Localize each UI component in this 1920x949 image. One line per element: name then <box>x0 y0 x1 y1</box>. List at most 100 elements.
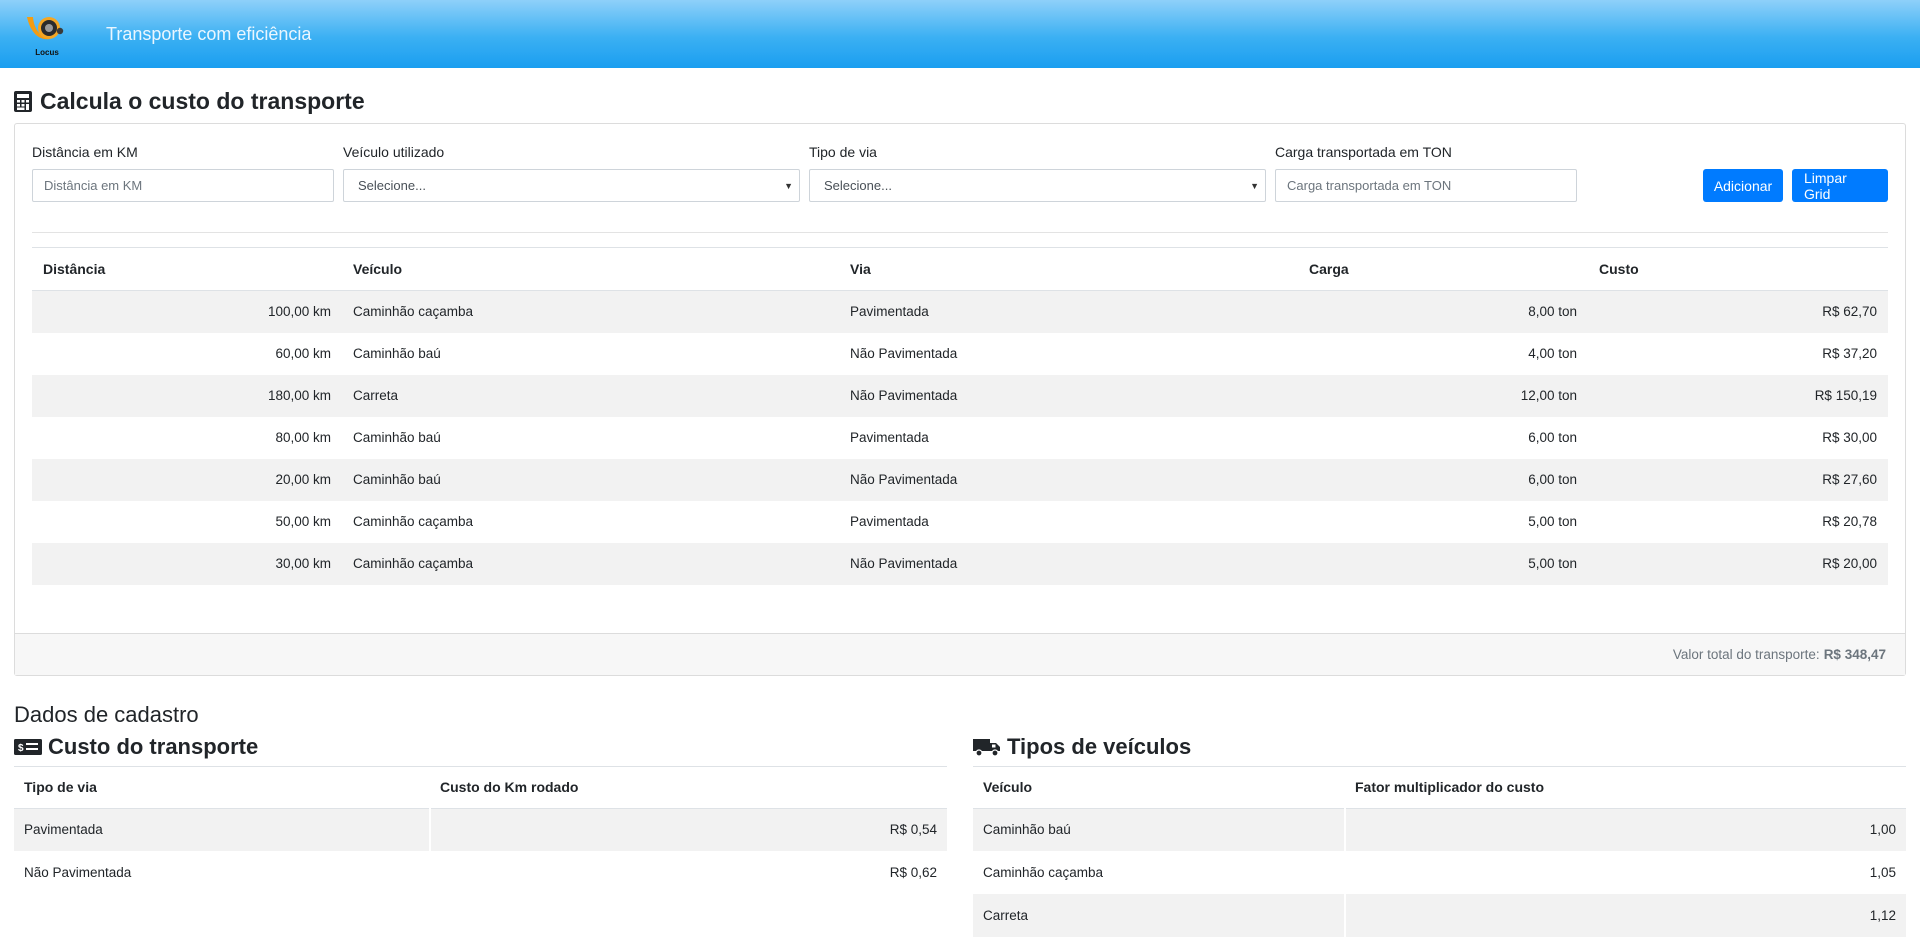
distance-placeholder: Distância em KM <box>44 178 143 193</box>
svg-text:$: $ <box>18 743 24 754</box>
road-select[interactable]: Selecione... ▼ <box>809 169 1266 202</box>
cell-cost-factor: 1,00 <box>1344 808 1906 851</box>
cell-road: Não Pavimentada <box>839 458 1298 501</box>
transport-grid: Distância Veículo Via Carga Custo 100,00… <box>32 247 1888 585</box>
cell-distance: 60,00 km <box>275 346 331 361</box>
load-input[interactable]: Carga transportada em TON <box>1275 169 1577 202</box>
cell-road: Pavimentada <box>850 430 929 445</box>
cell-cost: R$ 20,00 <box>1588 542 1888 585</box>
cell-cost-factor: 1,12 <box>1344 894 1906 937</box>
road-label: Tipo de via <box>809 144 877 160</box>
distance-input[interactable]: Distância em KM <box>32 169 334 202</box>
table-row: Não Pavimentada R$ 0,62 <box>14 851 947 894</box>
table-row[interactable]: 60,00 km Caminhão baú Não Pavimentada 4,00 … <box>32 333 1888 375</box>
cell-distance: 30,00 km <box>32 542 342 585</box>
col-vehicle[interactable]: Veículo <box>342 247 839 291</box>
cell-cost: R$ 20,78 <box>1822 514 1877 529</box>
cost-table: Tipo de via Custo do Km rodado Pavimenta… <box>14 765 947 894</box>
cell-load: 12,00 ton <box>1298 374 1588 417</box>
cell-road: Não Pavimentada <box>839 374 1298 417</box>
table-row[interactable]: 50,00 km Caminhão caçamba Pavimentada 5,00 … <box>32 501 1888 543</box>
calc-card: Distância em KM Distância em KM Veículo … <box>14 123 1906 676</box>
col-road[interactable]: Via <box>839 247 1298 291</box>
total-label: Valor total do transporte: <box>1672 646 1820 662</box>
total-value: R$ 348,47 <box>1823 646 1886 662</box>
cell-cost: R$ 27,60 <box>1588 458 1888 501</box>
vehicle-select[interactable]: Selecione... ▼ <box>343 169 800 202</box>
load-label: Carga transportada em TON <box>1275 144 1452 160</box>
cost-panel-title: Custo do transporte <box>48 733 259 759</box>
cell-vehicle: Caminhão baú <box>342 458 839 501</box>
cell-load: 5,00 ton <box>1528 514 1577 529</box>
col-load[interactable]: Carga <box>1298 247 1588 291</box>
cell-load: 6,00 ton <box>1298 458 1588 501</box>
locus-logo[interactable]: Locus <box>24 11 70 57</box>
chevron-down-icon: ▼ <box>784 180 793 191</box>
col-road-type: Tipo de via <box>14 765 430 809</box>
table-row: Caminhão baú 1,00 <box>973 808 1906 851</box>
col-cost-factor: Fator multiplicador do custo <box>1345 765 1906 809</box>
table-row: Carreta 1,12 <box>973 894 1906 937</box>
calc-section-title: Calcula o custo do transporte <box>14 88 1906 115</box>
table-row[interactable]: 80,00 km Caminhão baú Pavimentada 6,00 ton R… <box>32 417 1888 459</box>
table-row[interactable]: 20,00 km Caminhão baú Não Pavimentada 6,00 … <box>32 458 1888 501</box>
col-vehicle-name: Veículo <box>973 765 1345 809</box>
col-km-cost: Custo do Km rodado <box>430 765 947 809</box>
cell-vehicle: Carreta <box>342 374 839 417</box>
table-row: Caminhão caçamba 1,05 <box>973 851 1906 894</box>
clear-grid-button[interactable]: Limpar Grid <box>1792 169 1888 202</box>
cell-vehicle-name: Carreta <box>973 894 1345 937</box>
table-row: Pavimentada R$ 0,54 <box>14 808 947 851</box>
cell-distance: 80,00 km <box>275 430 331 445</box>
cell-distance: 180,00 km <box>32 374 342 417</box>
cell-distance: 100,00 km <box>32 290 342 333</box>
logo-text: Locus <box>35 48 59 57</box>
cell-vehicle-name: Caminhão caçamba <box>983 865 1104 880</box>
cell-cost-factor: 1,05 <box>1344 851 1906 894</box>
cell-distance: 20,00 km <box>32 458 342 501</box>
col-cost[interactable]: Custo <box>1588 247 1888 291</box>
cell-road: Não Pavimentada <box>839 542 1298 585</box>
top-navbar: Locus Transporte com eficiência <box>0 0 1920 68</box>
cell-load: 6,00 ton <box>1528 430 1577 445</box>
brand-slogan: Transporte com eficiência <box>106 23 312 44</box>
cell-road: Pavimentada <box>839 290 1298 333</box>
cell-load: 8,00 ton <box>1298 290 1588 333</box>
cell-cost: R$ 30,00 <box>1822 430 1877 445</box>
cell-cost: R$ 150,19 <box>1588 374 1888 417</box>
calc-form: Distância em KM Distância em KM Veículo … <box>32 144 1888 202</box>
cell-distance: 50,00 km <box>275 514 331 529</box>
cell-load: 5,00 ton <box>1298 542 1588 585</box>
vehicle-label: Veículo utilizado <box>343 144 445 160</box>
col-distance[interactable]: Distância <box>32 247 342 291</box>
cell-road: Pavimentada <box>850 514 929 529</box>
cell-km-cost: R$ 0,62 <box>429 851 947 894</box>
vehicles-panel-title: Tipos de veículos <box>1007 733 1192 759</box>
chevron-down-icon: ▼ <box>1250 180 1259 191</box>
vehicles-table: Veículo Fator multiplicador do custo Cam… <box>973 765 1906 937</box>
cell-vehicle: Caminhão caçamba <box>342 290 839 333</box>
truck-icon <box>973 737 1001 757</box>
cell-vehicle: Caminhão caçamba <box>353 514 474 529</box>
road-select-value: Selecione... <box>824 178 892 193</box>
cell-road: Não Pavimentada <box>850 346 958 361</box>
cell-cost: R$ 62,70 <box>1588 290 1888 333</box>
calculator-icon <box>14 91 32 112</box>
cost-panel: $ Custo do transporte Tipo de via Custo … <box>14 734 947 938</box>
cell-cost: R$ 37,20 <box>1822 346 1877 361</box>
vehicle-select-value: Selecione... <box>358 178 426 193</box>
cell-road-type: Pavimentada <box>14 808 430 851</box>
vehicles-panel: Tipos de veículos Veículo Fator multipli… <box>973 733 1906 937</box>
load-placeholder: Carga transportada em TON <box>1287 178 1452 193</box>
cell-vehicle: Caminhão baú <box>353 346 441 361</box>
add-button[interactable]: Adicionar <box>1703 169 1783 202</box>
registry-title: Dados de cadastro <box>14 701 199 727</box>
table-row[interactable]: 100,00 km Caminhão caçamba Pavimentada 8,00… <box>32 290 1888 333</box>
table-row[interactable]: 30,00 km Caminhão caçamba Não Pavimentada 5… <box>32 542 1888 585</box>
distance-label: Distância em KM <box>32 144 138 160</box>
cell-vehicle-name: Caminhão baú <box>973 808 1345 851</box>
table-row[interactable]: 180,00 km Carreta Não Pavimentada 12,00 ton… <box>32 374 1888 417</box>
cell-km-cost: R$ 0,54 <box>429 808 947 851</box>
total-footer: Valor total do transporte: R$ 348,47 <box>15 632 1905 675</box>
cell-vehicle: Caminhão caçamba <box>342 542 839 585</box>
